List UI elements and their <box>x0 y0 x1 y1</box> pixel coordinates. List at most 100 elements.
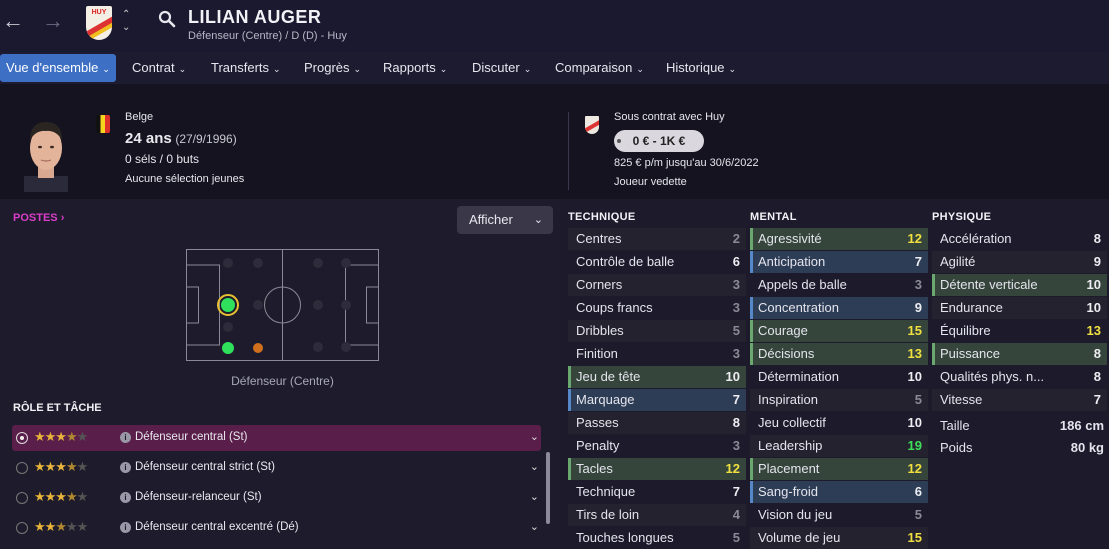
attribute-row[interactable]: Technique 7 <box>568 481 746 503</box>
chevron-down-icon[interactable]: ⌄ <box>530 490 539 503</box>
contract-club-icon <box>585 116 599 134</box>
attribute-row[interactable]: Appels de balle 3 <box>750 274 928 296</box>
attribute-value: 9 <box>914 300 922 315</box>
attribute-value: 2 <box>732 231 740 246</box>
attribute-value: 7 <box>1093 392 1101 407</box>
attribute-row[interactable]: Agressivité 12 <box>750 228 928 250</box>
positions-header-label: POSTES <box>13 212 58 224</box>
attribute-row[interactable]: Jeu collectif 10 <box>750 412 928 434</box>
player-subtitle: Défenseur (Centre) / D (D) - Huy <box>188 30 347 42</box>
positions-header[interactable]: POSTES › <box>13 212 64 224</box>
role-radio[interactable] <box>16 432 28 444</box>
attribute-row[interactable]: Dribbles 5 <box>568 320 746 342</box>
tab-discuss[interactable]: Discuter ⌄ <box>466 54 537 82</box>
squad-navigate-chevron-icon[interactable]: ⌃ ⌄ <box>122 8 130 34</box>
attribute-row[interactable]: Corners 3 <box>568 274 746 296</box>
attribute-row[interactable]: Puissance 8 <box>932 343 1107 365</box>
attribute-row[interactable]: Touches longues 5 <box>568 527 746 549</box>
tab-history[interactable]: Historique ⌄ <box>660 54 742 82</box>
search-icon[interactable] <box>158 10 176 28</box>
attribute-value: 3 <box>732 277 740 292</box>
attribute-row[interactable]: Passes 8 <box>568 412 746 434</box>
tab-contract-label: Contrat <box>132 60 175 75</box>
attribute-value: 8 <box>1093 369 1101 384</box>
attribute-row[interactable]: Inspiration 5 <box>750 389 928 411</box>
club-badge-icon[interactable]: HUY <box>86 6 112 40</box>
role-radio[interactable] <box>16 462 28 474</box>
chevron-down-icon[interactable]: ⌄ <box>530 520 539 533</box>
attribute-row[interactable]: Jeu de tête 10 <box>568 366 746 388</box>
role-radio[interactable] <box>16 492 28 504</box>
attribute-row[interactable]: Concentration 9 <box>750 297 928 319</box>
technique-header: TECHNIQUE <box>568 211 636 223</box>
role-row[interactable]: ★★★★★ i Défenseur central strict (St) ⌄ <box>12 455 541 481</box>
height-label: Taille <box>940 418 970 433</box>
attribute-label: Penalty <box>576 438 620 453</box>
chevron-down-icon: ⌄ <box>353 64 362 74</box>
attribute-row[interactable]: Équilibre 13 <box>932 320 1107 342</box>
attribute-row[interactable]: Centres 2 <box>568 228 746 250</box>
attribute-row[interactable]: Agilité 9 <box>932 251 1107 273</box>
tab-progress[interactable]: Progrès ⌄ <box>298 54 367 82</box>
attribute-row[interactable]: Décisions 13 <box>750 343 928 365</box>
attribute-row[interactable]: Finition 3 <box>568 343 746 365</box>
chevron-down-icon: ⌄ <box>533 214 543 226</box>
attribute-row[interactable]: Contrôle de balle 6 <box>568 251 746 273</box>
weight-row: Poids 80 kg <box>940 440 1104 455</box>
info-icon[interactable]: i <box>120 492 131 503</box>
contract-status: Sous contrat avec Huy <box>614 111 725 123</box>
attribute-row[interactable]: Leadership 19 <box>750 435 928 457</box>
attribute-row[interactable]: Anticipation 7 <box>750 251 928 273</box>
attribute-value: 6 <box>732 254 740 269</box>
tab-overview[interactable]: Vue d'ensemble ⌄ <box>0 54 116 82</box>
attribute-row[interactable]: Marquage 7 <box>568 389 746 411</box>
chevron-right-icon: › <box>60 212 65 224</box>
attribute-row[interactable]: Tacles 12 <box>568 458 746 480</box>
show-dropdown[interactable]: Afficher ⌄ <box>457 206 553 234</box>
attribute-value: 12 <box>907 231 922 246</box>
role-radio[interactable] <box>16 522 28 534</box>
tab-comparison[interactable]: Comparaison ⌄ <box>549 54 650 82</box>
role-row[interactable]: ★★★★★ i Défenseur-relanceur (St) ⌄ <box>12 485 541 511</box>
attribute-value: 3 <box>732 300 740 315</box>
attribute-row[interactable]: Accélération 8 <box>932 228 1107 250</box>
attribute-value: 15 <box>907 323 922 338</box>
attribute-value: 4 <box>732 507 740 522</box>
info-icon[interactable]: i <box>120 522 131 533</box>
attribute-row[interactable]: Vitesse 7 <box>932 389 1107 411</box>
tab-transfers[interactable]: Transferts ⌄ <box>205 54 287 82</box>
attribute-label: Anticipation <box>758 254 826 269</box>
role-label: Défenseur-relanceur (St) <box>135 491 262 503</box>
attribute-row[interactable]: Endurance 10 <box>932 297 1107 319</box>
attribute-row[interactable]: Volume de jeu 15 <box>750 527 928 549</box>
chevron-down-icon: ⌄ <box>636 64 644 74</box>
attribute-row[interactable]: Détermination 10 <box>750 366 928 388</box>
wage: 825 € p/m jusqu'au 30/6/2022 <box>614 157 759 169</box>
attribute-value: 5 <box>732 530 740 545</box>
role-row[interactable]: ★★★★★ i Défenseur central (St) ⌄ <box>12 425 541 451</box>
attribute-row[interactable]: Penalty 3 <box>568 435 746 457</box>
attribute-value: 7 <box>914 254 922 269</box>
tab-contract[interactable]: Contrat ⌄ <box>126 54 192 82</box>
role-row[interactable]: ★★★★★ i Défenseur central excentré (Dé) … <box>12 515 541 541</box>
attribute-row[interactable]: Détente verticale 10 <box>932 274 1107 296</box>
attribute-row[interactable]: Courage 15 <box>750 320 928 342</box>
physique-header: PHYSIQUE <box>932 211 992 223</box>
back-arrow-icon[interactable]: ← <box>2 8 24 34</box>
attribute-row[interactable]: Sang-froid 6 <box>750 481 928 503</box>
chevron-down-icon[interactable]: ⌄ <box>530 430 539 443</box>
attribute-row[interactable]: Placement 12 <box>750 458 928 480</box>
attribute-row[interactable]: Vision du jeu 5 <box>750 504 928 526</box>
forward-arrow-icon[interactable]: → <box>42 8 64 34</box>
transfer-value[interactable]: 0 € - 1K € <box>614 130 704 152</box>
info-icon[interactable]: i <box>120 432 131 443</box>
roles-header: RÔLE ET TÂCHE <box>13 402 102 414</box>
attribute-row[interactable]: Coups francs 3 <box>568 297 746 319</box>
attribute-row[interactable]: Qualités phys. n... 8 <box>932 366 1107 388</box>
tab-reports[interactable]: Rapports ⌄ <box>377 54 453 82</box>
attribute-label: Volume de jeu <box>758 530 841 545</box>
roles-scrollbar[interactable] <box>546 452 550 524</box>
chevron-down-icon[interactable]: ⌄ <box>530 460 539 473</box>
attribute-row[interactable]: Tirs de loin 4 <box>568 504 746 526</box>
info-icon[interactable]: i <box>120 462 131 473</box>
